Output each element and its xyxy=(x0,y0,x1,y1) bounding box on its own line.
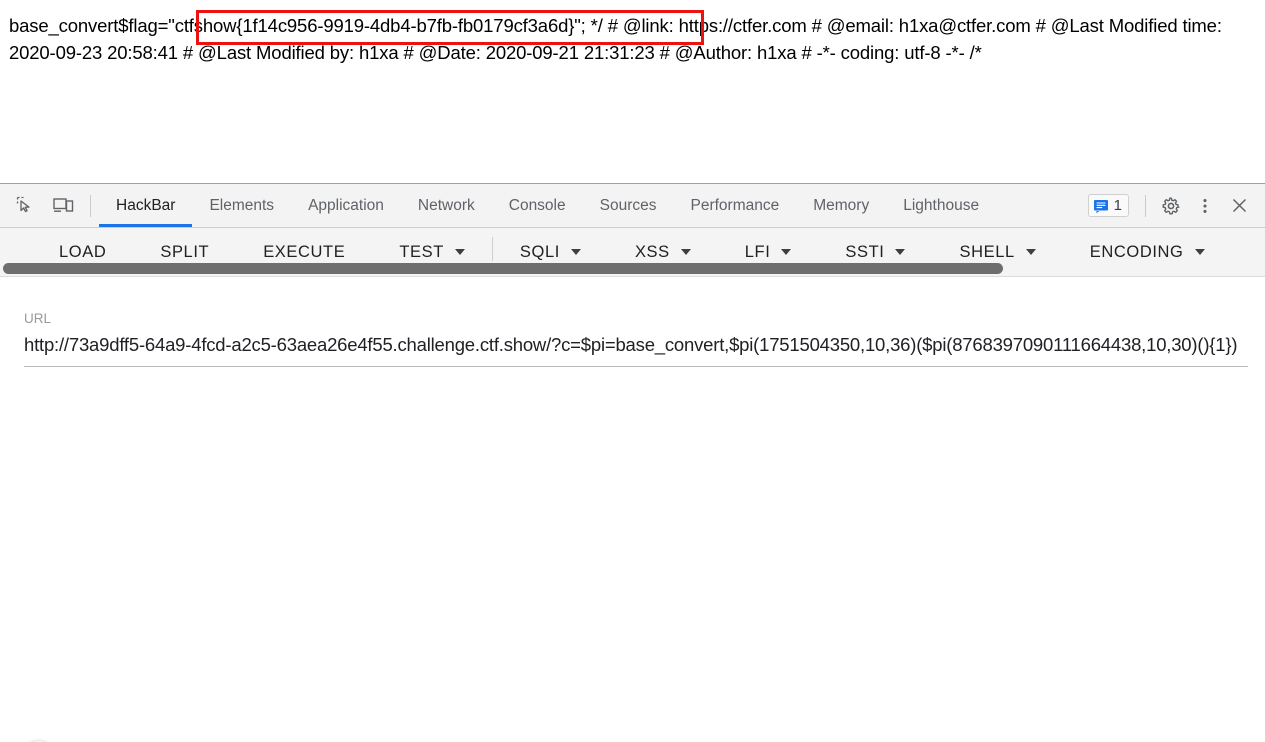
tab-performance[interactable]: Performance xyxy=(674,184,797,227)
tab-label: Performance xyxy=(690,196,780,214)
tab-sources[interactable]: Sources xyxy=(583,184,674,227)
tab-label: Elements xyxy=(209,196,275,214)
tab-label: Application xyxy=(308,196,384,214)
tab-label: Lighthouse xyxy=(903,196,980,214)
button-label: LOAD xyxy=(59,242,107,261)
devtools-toolbar-actions: 1 xyxy=(1087,184,1265,227)
tab-label: Console xyxy=(508,196,566,214)
settings-gear-icon[interactable] xyxy=(1154,196,1188,216)
tab-label: Network xyxy=(417,196,475,214)
url-underline xyxy=(24,366,1248,367)
tab-memory[interactable]: Memory xyxy=(796,184,886,227)
button-label: EXECUTE xyxy=(263,242,346,261)
button-label: ENCODING xyxy=(1089,242,1184,261)
hackbar-body: URL http://73a9dff5-64a9-4fcd-a2c5-63aea… xyxy=(0,277,1265,742)
scrollbar-thumb[interactable] xyxy=(3,263,1003,274)
device-toolbar-icon[interactable] xyxy=(44,184,82,227)
chevron-down-icon xyxy=(680,249,691,255)
chevron-down-icon xyxy=(1194,249,1205,255)
url-field[interactable]: URL http://73a9dff5-64a9-4fcd-a2c5-63aea… xyxy=(24,310,1248,367)
issues-count: 1 xyxy=(1113,197,1122,214)
toolbar-horizontal-scrollbar[interactable] xyxy=(0,261,1265,276)
button-label: SSTI xyxy=(845,242,885,261)
inspect-element-icon[interactable] xyxy=(6,184,44,227)
button-label: SQLI xyxy=(519,242,560,261)
hackbar-toolbar: LOAD SPLIT EXECUTE TEST SQLI XSS LFI SST… xyxy=(0,228,1265,277)
url-input[interactable]: http://73a9dff5-64a9-4fcd-a2c5-63aea26e4… xyxy=(24,328,1248,360)
tab-lighthouse[interactable]: Lighthouse xyxy=(886,184,996,227)
url-label: URL xyxy=(24,311,52,326)
close-devtools-icon[interactable] xyxy=(1222,196,1256,215)
devtools-tab-list: HackBar Elements Application Network Con… xyxy=(99,184,996,227)
toolbar-divider xyxy=(90,194,91,217)
tab-label: HackBar xyxy=(116,196,176,214)
chevron-down-icon xyxy=(781,249,792,255)
button-label: XSS xyxy=(634,242,670,261)
button-label: SHELL xyxy=(959,242,1015,261)
tab-label: Memory xyxy=(813,196,870,214)
message-icon xyxy=(1093,199,1108,213)
button-label: LFI xyxy=(744,242,771,261)
chevron-down-icon xyxy=(1025,249,1036,255)
devtools-panel: HackBar Elements Application Network Con… xyxy=(0,183,1265,742)
tab-application[interactable]: Application xyxy=(291,184,401,227)
source-text-before-flag: base_convert$flag= xyxy=(9,15,169,36)
php-source-text: base_convert$flag="ctfshow{1f14c956-9919… xyxy=(9,12,1261,66)
tab-elements[interactable]: Elements xyxy=(192,184,291,227)
chevron-down-icon xyxy=(570,249,581,255)
actions-divider xyxy=(1145,194,1146,217)
issues-badge[interactable]: 1 xyxy=(1087,194,1129,217)
tab-hackbar[interactable]: HackBar xyxy=(99,184,193,227)
tab-network[interactable]: Network xyxy=(401,184,492,227)
chevron-down-icon xyxy=(895,249,906,255)
devtools-tabbar: HackBar Elements Application Network Con… xyxy=(0,184,1265,228)
button-label: SPLIT xyxy=(160,242,210,261)
chevron-down-icon xyxy=(454,249,465,255)
button-label: TEST xyxy=(399,242,444,261)
tab-console[interactable]: Console xyxy=(492,184,583,227)
more-options-icon[interactable] xyxy=(1188,197,1222,215)
rendered-page-content: base_convert$flag="ctfshow{1f14c956-9919… xyxy=(0,0,1265,183)
ctf-flag-text: "ctfshow{1f14c956-9919-4db4-b7fb-fb0179c… xyxy=(168,15,586,36)
tab-label: Sources xyxy=(599,196,657,214)
